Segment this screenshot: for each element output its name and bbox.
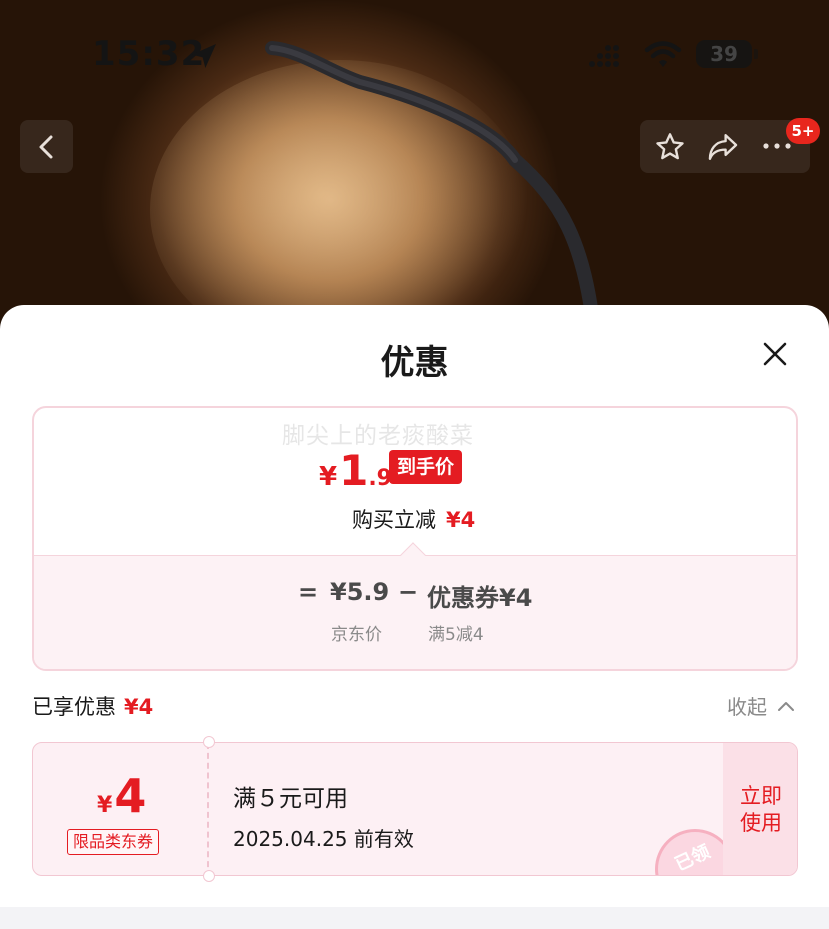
ticket-punch-top bbox=[203, 736, 215, 748]
footer-divider bbox=[0, 907, 829, 929]
equals-sign: = bbox=[298, 578, 319, 606]
sheet-title: 优惠 bbox=[380, 343, 449, 383]
coupon-card: ¥ 4 限品类东券 满５元可用 2025.04.25 前有效 已领 立即使用 bbox=[32, 742, 798, 876]
wifi-icon bbox=[644, 41, 682, 67]
collapse-button[interactable]: 收起 bbox=[727, 691, 795, 720]
coupon-rule-label: 满5减4 bbox=[428, 625, 484, 645]
coupon-value: 优惠券¥4 bbox=[427, 584, 533, 612]
coupon-type-tag: 限品类东券 bbox=[67, 829, 160, 855]
jd-price: ¥5.9 bbox=[330, 578, 390, 606]
coupon-value-section: ¥ 4 限品类东券 bbox=[33, 743, 209, 875]
coupon-condition: 满５元可用 bbox=[233, 786, 348, 812]
instant-discount-label: 购买立减 bbox=[352, 508, 436, 532]
chevron-left-icon bbox=[39, 135, 52, 158]
ticket-punch-bottom bbox=[203, 870, 215, 882]
star-icon[interactable] bbox=[654, 131, 686, 163]
coupon-validity: 2025.04.25 前有效 bbox=[233, 827, 414, 851]
top-actions bbox=[640, 120, 810, 173]
price-integer: 1 bbox=[339, 446, 369, 495]
jd-price-label: 京东价 bbox=[331, 625, 382, 645]
coupon-currency: ¥ bbox=[97, 793, 113, 818]
use-now-button[interactable]: 立即使用 bbox=[723, 743, 797, 875]
minus-sign: − bbox=[398, 578, 419, 606]
claimed-stamp-text: 已领 bbox=[671, 841, 714, 876]
currency-symbol: ¥ bbox=[319, 462, 338, 492]
location-arrow-icon bbox=[192, 44, 216, 68]
price-card: 脚尖上的老痰酸菜 ¥ 1 .9 到手价 购买立减 ¥4 = ¥5.9 − 优惠券¥… bbox=[32, 406, 798, 671]
cellular-signal-icon bbox=[589, 45, 619, 67]
instant-discount: 购买立减 ¥4 bbox=[352, 504, 475, 534]
watermark: 脚尖上的老痰酸菜 bbox=[282, 423, 474, 449]
collapse-label: 收起 bbox=[727, 695, 767, 719]
coupon-amount: ¥ 4 bbox=[97, 769, 146, 823]
use-now-label: 立即使用 bbox=[740, 783, 782, 835]
applied-discount: 已享优惠 ¥4 bbox=[32, 691, 153, 721]
applied-amount: ¥4 bbox=[124, 695, 154, 719]
coupon-number: 4 bbox=[114, 769, 147, 823]
applied-label: 已享优惠 bbox=[32, 695, 116, 719]
final-price: ¥ 1 .9 bbox=[319, 446, 392, 495]
back-button[interactable] bbox=[20, 120, 73, 173]
status-bar: 15:32 39 bbox=[0, 30, 829, 82]
share-icon[interactable] bbox=[706, 131, 740, 163]
close-icon[interactable] bbox=[760, 339, 790, 369]
instant-discount-amount: ¥4 bbox=[446, 508, 476, 532]
battery-indicator: 39 bbox=[696, 40, 758, 68]
more-icon[interactable] bbox=[762, 142, 792, 150]
chevron-up-icon bbox=[778, 701, 794, 711]
message-badge: 5+ bbox=[786, 118, 820, 144]
final-price-tag: 到手价 bbox=[389, 450, 463, 484]
discount-sheet: 优惠 脚尖上的老痰酸菜 ¥ 1 .9 到手价 购买立减 ¥4 = ¥5.9 − 优… bbox=[0, 305, 829, 929]
price-breakdown: = ¥5.9 − 优惠券¥4 京东价 满5减4 bbox=[34, 542, 796, 669]
pointer-notch bbox=[400, 542, 426, 568]
